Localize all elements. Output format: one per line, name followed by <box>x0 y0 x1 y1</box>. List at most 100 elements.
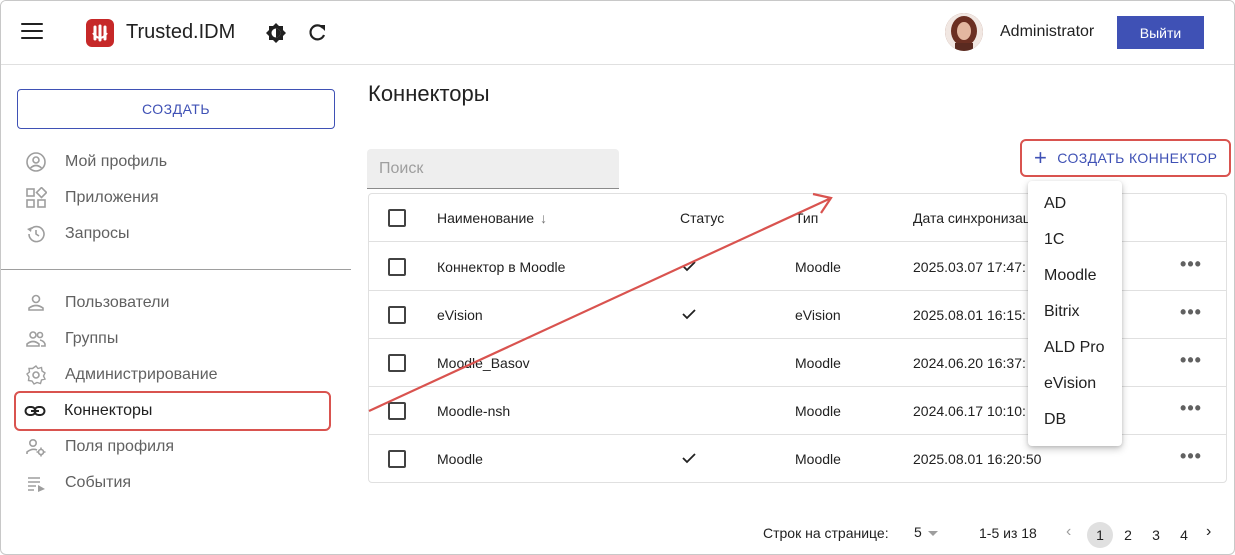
menu-item-ald-pro[interactable]: ALD Pro <box>1028 330 1122 366</box>
rows-per-page-select[interactable]: 5 <box>914 524 938 540</box>
sidebar-item-label: Поля профиля <box>65 438 175 455</box>
sidebar-item-label: Приложения <box>65 189 159 206</box>
check-icon <box>682 309 696 320</box>
sidebar-item-label: События <box>65 474 132 491</box>
column-header-status[interactable]: Статус <box>680 210 724 226</box>
row-checkbox[interactable] <box>388 402 406 420</box>
sync-date: 2025.08.01 16:15: <box>913 307 1026 323</box>
page-title: Коннекторы <box>368 81 490 106</box>
arrow-down-icon: ↓ <box>540 210 548 226</box>
connector-name: Коннектор в Moodle <box>437 259 566 275</box>
search-box <box>367 149 619 189</box>
account-circle-icon <box>25 151 47 173</box>
create-button[interactable]: СОЗДАТЬ <box>17 89 335 129</box>
connector-type: Moodle <box>795 259 841 275</box>
select-all-checkbox[interactable] <box>388 209 406 227</box>
check-icon <box>682 453 696 464</box>
sync-date: 2024.06.20 16:37: <box>913 355 1026 371</box>
sidebar-item-connectors[interactable]: Коннекторы <box>14 391 331 431</box>
pagination-range: 1-5 из 18 <box>979 525 1037 541</box>
menu-item-db[interactable]: DB <box>1028 402 1122 438</box>
sidebar-item-label: Администрирование <box>65 366 218 383</box>
gear-icon <box>25 364 47 386</box>
sidebar-item-groups[interactable]: Группы <box>17 321 331 357</box>
sidebar-item-label: Запросы <box>65 225 130 242</box>
row-checkbox[interactable] <box>388 354 406 372</box>
menu-item-1c[interactable]: 1C <box>1028 222 1122 258</box>
refresh-icon[interactable] <box>306 22 328 44</box>
page-button-4[interactable]: 4 <box>1171 522 1197 548</box>
menu-item-ad[interactable]: AD <box>1028 186 1122 222</box>
sidebar-item-requests[interactable]: Запросы <box>17 216 331 252</box>
app-title: Trusted.IDM <box>126 21 236 43</box>
more-icon[interactable]: ••• <box>1179 255 1203 277</box>
menu-item-evision[interactable]: eVision <box>1028 366 1122 402</box>
sync-date: 2024.06.17 10:10: <box>913 403 1026 419</box>
column-header-name[interactable]: Наименование ↓ <box>437 210 547 226</box>
column-name-label: Наименование <box>437 210 535 226</box>
rows-per-page-value: 5 <box>914 524 922 540</box>
chevron-right-icon[interactable]: › <box>1206 523 1211 541</box>
connector-type: Moodle <box>795 355 841 371</box>
create-connector-label: СОЗДАТЬ КОННЕКТОР <box>1057 150 1218 166</box>
sidebar-item-events[interactable]: События <box>17 465 331 501</box>
sidebar-item-users[interactable]: Пользователи <box>17 285 331 321</box>
connector-name: eVision <box>437 307 483 323</box>
check-icon <box>682 261 696 272</box>
history-icon <box>25 223 47 245</box>
sidebar-item-apps[interactable]: Приложения <box>17 180 331 216</box>
logout-button[interactable]: Выйти <box>1117 16 1204 49</box>
sidebar: СОЗДАТЬ Мой профиль Приложения Запросы П… <box>1 66 351 554</box>
more-icon[interactable]: ••• <box>1179 447 1203 469</box>
sidebar-item-my-profile[interactable]: Мой профиль <box>17 144 331 180</box>
row-checkbox[interactable] <box>388 258 406 276</box>
sync-date: 2025.08.01 16:20:50 <box>913 451 1042 467</box>
column-header-date[interactable]: Дата синхронизации <box>913 210 1046 226</box>
row-checkbox[interactable] <box>388 450 406 468</box>
page-button-2[interactable]: 2 <box>1115 522 1141 548</box>
rows-per-page-label: Строк на странице: <box>763 525 889 541</box>
apps-grid-icon <box>25 187 47 209</box>
column-header-type[interactable]: Тип <box>795 210 818 226</box>
sidebar-divider <box>1 269 351 270</box>
group-icon <box>25 328 47 350</box>
user-name[interactable]: Administrator <box>1000 23 1094 41</box>
create-connector-button[interactable]: + СОЗДАТЬ КОННЕКТОР <box>1020 139 1231 177</box>
more-icon[interactable]: ••• <box>1179 351 1203 373</box>
more-icon[interactable]: ••• <box>1179 303 1203 325</box>
more-icon[interactable]: ••• <box>1179 399 1203 421</box>
row-checkbox[interactable] <box>388 306 406 324</box>
connector-name: Moodle_Basov <box>437 355 530 371</box>
theme-toggle-icon[interactable] <box>265 22 287 44</box>
sidebar-item-label: Пользователи <box>65 294 170 311</box>
plus-icon: + <box>1034 145 1048 170</box>
connector-type: eVision <box>795 307 841 323</box>
connector-type: Moodle <box>795 403 841 419</box>
sidebar-item-label: Мой профиль <box>65 153 168 170</box>
avatar[interactable] <box>945 13 983 51</box>
menu-item-moodle[interactable]: Moodle <box>1028 258 1122 294</box>
search-input[interactable] <box>367 149 619 188</box>
menu-item-bitrix[interactable]: Bitrix <box>1028 294 1122 330</box>
person-icon <box>25 292 47 314</box>
app-header: Trusted.IDM Administrator Выйти <box>1 1 1234 65</box>
sidebar-item-label: Коннекторы <box>64 402 153 419</box>
sync-date: 2025.03.07 17:47: <box>913 259 1026 275</box>
events-list-icon <box>25 472 47 494</box>
connector-name: Moodle <box>437 451 483 467</box>
chevron-left-icon[interactable]: ‹ <box>1066 523 1071 541</box>
connector-name: Moodle-nsh <box>437 403 511 419</box>
page-button-3[interactable]: 3 <box>1143 522 1169 548</box>
page-button-1[interactable]: 1 <box>1087 522 1113 548</box>
profile-fields-icon <box>25 436 47 458</box>
menu-icon[interactable] <box>21 23 43 43</box>
link-icon <box>24 400 46 422</box>
caret-down-icon <box>927 530 938 536</box>
sidebar-item-profile-fields[interactable]: Поля профиля <box>17 429 331 465</box>
connector-type: Moodle <box>795 451 841 467</box>
sidebar-item-label: Группы <box>65 330 119 347</box>
app-logo-icon <box>86 19 114 47</box>
app-window: Trusted.IDM Administrator Выйти СОЗДАТЬ … <box>0 0 1235 555</box>
connector-type-menu: AD 1C Moodle Bitrix ALD Pro eVision DB <box>1028 181 1122 446</box>
sidebar-item-administration[interactable]: Администрирование <box>17 357 331 393</box>
